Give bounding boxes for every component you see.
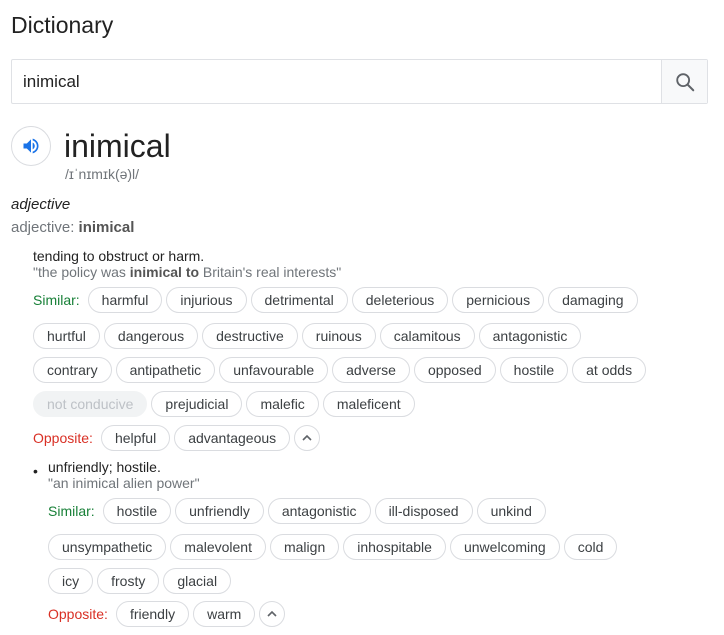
collapse-button[interactable] — [294, 425, 321, 451]
synonym-chip[interactable]: ruinous — [301, 323, 376, 349]
similar-label: Similar: — [48, 503, 95, 519]
antonym-chip[interactable]: advantageous — [174, 425, 291, 451]
synonym-chip[interactable]: damaging — [548, 287, 638, 313]
synonym-chip[interactable]: hurtful — [33, 323, 100, 349]
opposite-label: Opposite: — [48, 606, 108, 622]
synonym-chip[interactable]: cold — [563, 534, 618, 560]
synonym-chip[interactable]: inhospitable — [343, 534, 446, 560]
part-of-speech: adjective — [11, 196, 71, 213]
search-box — [11, 59, 708, 104]
sense-1-example: "the policy was inimical to Britain's re… — [33, 264, 341, 280]
synonym-chip[interactable]: unwelcoming — [449, 534, 560, 560]
synonym-chip[interactable]: prejudicial — [151, 391, 243, 417]
antonym-chip[interactable]: warm — [193, 601, 256, 627]
synonym-chip[interactable]: glacial — [163, 568, 232, 594]
synonym-chip[interactable]: unkind — [476, 498, 546, 524]
chevron-up-icon — [267, 610, 277, 617]
word-forms-prefix: adjective: — [11, 219, 79, 236]
antonym-chip[interactable]: friendly — [115, 601, 190, 627]
synonym-chip[interactable]: antagonistic — [478, 323, 582, 349]
synonym-chip[interactable]: hostile — [499, 357, 569, 383]
synonym-chip-disabled: not conducive — [33, 391, 148, 417]
sense-2-similar-row-2: unsympathetic malevolent malign inhospit… — [48, 534, 621, 560]
synonym-chip[interactable]: hostile — [102, 498, 172, 524]
sense-2-definition: unfriendly; hostile. — [48, 459, 161, 475]
sense-2-opposite-row: Opposite: friendly warm — [48, 601, 286, 627]
synonym-chip[interactable]: opposed — [413, 357, 496, 383]
synonym-chip[interactable]: deleterious — [351, 287, 449, 313]
synonym-chip[interactable]: injurious — [166, 287, 247, 313]
synonym-chip[interactable]: maleficent — [322, 391, 415, 417]
word-forms: adjective: inimical — [11, 219, 134, 236]
synonym-chip[interactable]: frosty — [97, 568, 160, 594]
synonym-chip[interactable]: pernicious — [452, 287, 545, 313]
sense-1-similar-row-2: hurtful dangerous destructive ruinous ca… — [33, 323, 585, 349]
synonym-chip[interactable]: contrary — [33, 357, 112, 383]
sense-1-similar-row-1: Similar: harmful injurious detrimental d… — [33, 287, 642, 313]
sense-2-example: "an inimical alien power" — [48, 475, 200, 491]
collapse-button[interactable] — [259, 601, 286, 627]
synonym-chip[interactable]: malevolent — [170, 534, 266, 560]
synonym-chip[interactable]: antipathetic — [115, 357, 216, 383]
synonym-chip[interactable]: detrimental — [250, 287, 348, 313]
example-highlight: inimical to — [129, 264, 200, 280]
search-icon — [675, 72, 694, 91]
synonym-chip[interactable]: destructive — [202, 323, 298, 349]
similar-label: Similar: — [33, 292, 80, 308]
pronunciation-button[interactable] — [11, 126, 51, 166]
page-title: Dictionary — [11, 12, 114, 38]
synonym-chip[interactable]: malefic — [246, 391, 319, 417]
synonym-chip[interactable]: icy — [48, 568, 94, 594]
example-text: Britain's real interests" — [199, 264, 342, 280]
synonym-chip[interactable]: adverse — [332, 357, 410, 383]
search-input[interactable] — [12, 60, 661, 103]
sense-2: unfriendly; hostile. "an inimical alien … — [48, 459, 200, 491]
sense-1: tending to obstruct or harm. "the policy… — [33, 248, 341, 280]
speaker-icon — [23, 138, 39, 154]
sense-1-similar-row-4: not conducive prejudicial malefic malefi… — [33, 391, 419, 417]
search-button[interactable] — [661, 60, 707, 103]
bullet-marker: • — [33, 463, 38, 479]
synonym-chip[interactable]: unsympathetic — [48, 534, 167, 560]
sense-2-similar-row-3: icy frosty glacial — [48, 568, 235, 594]
synonym-chip[interactable]: calamitous — [379, 323, 475, 349]
antonym-chip[interactable]: helpful — [100, 425, 171, 451]
synonym-chip[interactable]: malign — [269, 534, 340, 560]
headword: inimical — [64, 128, 171, 164]
phonetic-transcription: /ɪˈnɪmɪk(ə)l/ — [65, 166, 140, 182]
synonym-chip[interactable]: unfavourable — [219, 357, 329, 383]
synonym-chip[interactable]: antagonistic — [267, 498, 371, 524]
synonym-chip[interactable]: harmful — [87, 287, 163, 313]
sense-1-opposite-row: Opposite: helpful advantageous — [33, 425, 321, 451]
sense-1-definition: tending to obstruct or harm. — [33, 248, 205, 264]
sense-2-similar-row-1: Similar: hostile unfriendly antagonistic… — [48, 498, 550, 524]
example-text: "the policy was — [33, 264, 130, 280]
word-forms-word: inimical — [78, 219, 135, 236]
synonym-chip[interactable]: unfriendly — [175, 498, 264, 524]
opposite-label: Opposite: — [33, 430, 93, 446]
sense-1-similar-row-3: contrary antipathetic unfavourable adver… — [33, 357, 650, 383]
synonym-chip[interactable]: at odds — [572, 357, 647, 383]
synonym-chip[interactable]: dangerous — [103, 323, 199, 349]
synonym-chip[interactable]: ill-disposed — [374, 498, 473, 524]
chevron-up-icon — [302, 434, 312, 441]
